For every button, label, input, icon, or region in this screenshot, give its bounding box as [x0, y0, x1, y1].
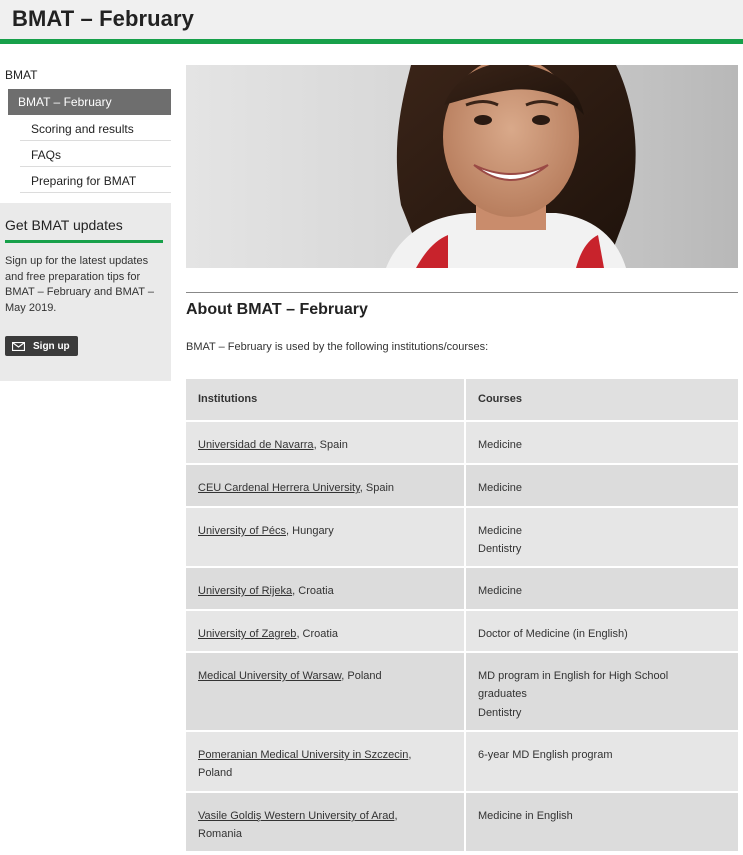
table-row: University of Rijeka, Croatia Medicine	[186, 567, 738, 611]
sign-up-label: Sign up	[33, 340, 70, 352]
courses-cell: Medicine Dentistry	[465, 507, 738, 568]
table-row: University of Pécs, Hungary Medicine Dent…	[186, 507, 738, 568]
table-header-row: Institutions Courses	[186, 379, 738, 422]
institution-cell: Universidad de Navarra, Spain	[186, 421, 466, 465]
courses-cell: Medicine	[465, 567, 738, 611]
course-item: MD program in English for High School gr…	[478, 670, 669, 701]
institution-link[interactable]: University of Zagreb	[198, 628, 296, 640]
institution-country: , Croatia	[292, 585, 334, 597]
table-row: Pomeranian Medical University in Szczeci…	[186, 731, 738, 793]
courses-cell: Medicine	[465, 464, 738, 508]
courses-cell: Medicine	[465, 421, 738, 465]
table-row: Vasile Goldiş Western University of Arad…	[186, 792, 738, 853]
course-item: Medicine	[478, 482, 523, 494]
institution-cell: CEU Cardenal Herrera University, Spain	[186, 464, 466, 508]
sidebar-item-faqs[interactable]: FAQs	[20, 141, 171, 167]
institution-cell: Vasile Goldiş Western University of Arad…	[186, 792, 466, 853]
course-item: Doctor of Medicine (in English)	[478, 628, 628, 640]
course-item: Dentistry	[478, 706, 522, 719]
institution-country: , Hungary	[286, 525, 334, 537]
hero-image	[186, 65, 738, 268]
institution-cell: Medical University of Warsaw, Poland	[186, 652, 466, 732]
updates-text: Sign up for the latest updates and free …	[5, 255, 154, 314]
page-title: BMAT – February	[12, 6, 195, 31]
institution-country: , Poland	[341, 670, 382, 682]
section-heading: About BMAT – February	[186, 301, 368, 318]
main-content: About BMAT – February BMAT – February is…	[186, 292, 738, 853]
institution-link[interactable]: University of Rijeka	[198, 585, 292, 597]
page-header: BMAT – February	[0, 0, 743, 44]
smiling-doctor-image	[386, 65, 636, 268]
sidebar: BMAT BMAT – February Scoring and results…	[0, 64, 171, 381]
course-item: Dentistry	[478, 543, 522, 556]
institution-link[interactable]: CEU Cardenal Herrera University	[198, 482, 360, 494]
table-row: Universidad de Navarra, Spain Medicine	[186, 421, 738, 465]
intro-text: BMAT – February is used by the following…	[186, 341, 489, 353]
sign-up-button[interactable]: Sign up	[5, 336, 78, 357]
institution-country: , Spain	[313, 439, 348, 451]
course-item: Medicine in English	[478, 810, 573, 822]
institution-cell: Pomeranian Medical University in Szczeci…	[186, 731, 466, 793]
course-item: Medicine	[478, 439, 523, 451]
institution-cell: University of Rijeka, Croatia	[186, 567, 466, 611]
institutions-table: Institutions Courses Universidad de Nava…	[186, 379, 738, 853]
table-row: CEU Cardenal Herrera University, Spain M…	[186, 464, 738, 508]
course-item: Medicine	[478, 585, 523, 597]
institution-country: , Croatia	[296, 628, 339, 640]
institution-link[interactable]: Universidad de Navarra	[198, 439, 314, 451]
institution-link[interactable]: Vasile Goldiş Western University of Arad	[198, 810, 394, 822]
table-row: Medical University of Warsaw, Poland MD …	[186, 652, 738, 732]
sidebar-item-bmat[interactable]: BMAT	[0, 64, 171, 89]
institution-link[interactable]: Pomeranian Medical University in Szczeci…	[198, 749, 408, 761]
institution-cell: University of Pécs, Hungary	[186, 507, 466, 568]
institution-country: , Spain	[359, 482, 395, 494]
institution-link[interactable]: University of Pécs	[198, 525, 286, 537]
course-item: 6-year MD English program	[478, 749, 613, 761]
updates-heading: Get BMAT updates	[5, 217, 163, 243]
courses-cell: 6-year MD English program	[465, 731, 738, 793]
course-item: Medicine	[478, 525, 523, 537]
table-row: University of Zagreb, Croatia Doctor of …	[186, 610, 738, 653]
column-header-institutions: Institutions	[186, 379, 466, 422]
institution-cell: University of Zagreb, Croatia	[186, 610, 466, 653]
institution-link[interactable]: Medical University of Warsaw	[198, 670, 341, 682]
envelope-icon	[12, 341, 25, 351]
courses-cell: Doctor of Medicine (in English)	[465, 610, 738, 653]
sidebar-item-scoring[interactable]: Scoring and results	[20, 115, 171, 141]
column-header-courses: Courses	[465, 379, 738, 422]
updates-panel: Get BMAT updates Sign up for the latest …	[0, 203, 171, 381]
sidebar-item-preparing[interactable]: Preparing for BMAT	[20, 167, 171, 193]
courses-cell: MD program in English for High School gr…	[465, 652, 738, 732]
courses-cell: Medicine in English	[465, 792, 738, 853]
sidebar-item-bmat-february[interactable]: BMAT – February	[8, 89, 171, 115]
